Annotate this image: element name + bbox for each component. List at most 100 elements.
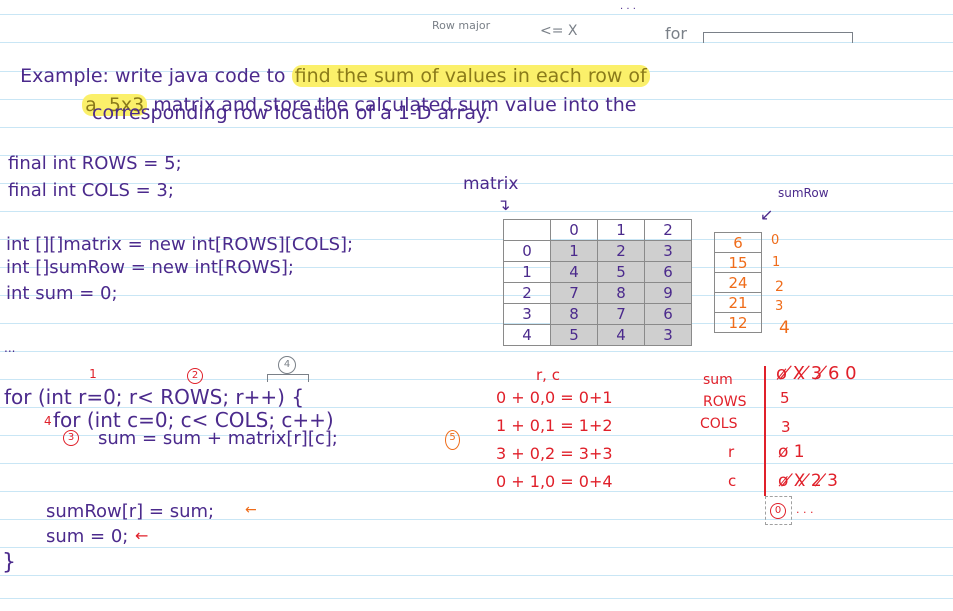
var-values-sum: ø ̸X ̸3 ̸6 0 [776,363,857,384]
next-sum-value: 0 [770,503,786,519]
decl-rows: final int ROWS = 5; [8,153,182,174]
outer-for-loop: for (int r=0; r< ROWS; r++) { [4,385,305,409]
var-name-sum: sum [703,372,733,388]
trace-divider [764,366,766,496]
matrix-cell: 7 [550,282,598,304]
rule-line [0,14,953,15]
sumrow-index: 3 [775,299,784,314]
sumrow-index: 1 [772,255,781,270]
matrix-row-header: 1 [503,261,551,283]
inner-for-prefix: 4 [44,414,52,428]
matrix-col-header: 2 [644,219,692,241]
matrix-label: matrix [463,174,519,194]
matrix-cell: 6 [644,261,692,283]
matrix-cell: 5 [550,324,598,346]
sumrow-table: 6 15 24 21 12 [714,232,762,333]
rule-line [0,127,953,128]
rule-line [0,323,953,324]
decl-sum: int sum = 0; [6,283,118,304]
matrix-row-header: 3 [503,303,551,325]
sumrow-label: sumRow [778,186,829,200]
sumrow-cell: 15 [714,252,762,273]
matrix-row: 3 8 7 6 [503,303,692,325]
matrix-cell: 5 [597,261,645,283]
inner-body-sum: sum = sum + matrix[r][c]; [98,428,338,449]
var-values-rows: 5 [780,389,790,407]
var-values-r: ø 1 [778,442,805,462]
matrix-col-header: 0 [550,219,598,241]
matrix-col-header: 1 [597,219,645,241]
matrix-pointer-arrow-icon: ↴ [497,195,511,214]
decl-matrix: int [][]matrix = new int[ROWS][COLS]; [6,234,354,255]
trace-line: 0 + 1,0 = 0+4 [496,472,613,491]
rule-line [0,598,953,599]
var-name-rows: ROWS [703,394,747,410]
sumrow-row: 24 [714,272,762,293]
matrix-cell: 1 [550,240,598,262]
sumrow-cell: 24 [714,272,762,293]
var-name-r: r [728,443,735,461]
rule-line [0,547,953,548]
matrix-cell: 8 [597,282,645,304]
step-3-marker: 3 [63,430,79,446]
matrix-cell: 4 [550,261,598,283]
arrow-icon-orange: ← [245,502,257,518]
close-brace: } [2,550,16,575]
matrix-row-header: 0 [503,240,551,262]
matrix-cell: 4 [597,324,645,346]
for-bracket [703,32,853,43]
decl-sumrow: int []sumRow = new int[ROWS]; [6,257,294,278]
var-name-cols: COLS [700,416,738,432]
trace-line: 0 + 0,0 = 0+1 [496,388,613,407]
var-name-c: c [728,472,737,490]
matrix-row: 1 4 5 6 [503,261,692,283]
trace-line: 1 + 0,1 = 1+2 [496,416,613,435]
matrix-cell: 9 [644,282,692,304]
step-4-marker: 4 [278,356,296,374]
var-values-cols: 3 [781,418,791,436]
step-5-marker: 5 [445,430,460,450]
matrix-row-header: 4 [503,324,551,346]
assign-sumrow: sumRow[r] = sum; [46,501,215,522]
sumrow-row: 6 [714,232,762,253]
matrix-table: 0 1 2 0 1 2 3 1 4 5 6 2 7 8 9 3 8 7 6 4 … [503,219,692,346]
sumrow-cell: 12 [714,312,762,333]
matrix-row: 4 5 4 3 [503,324,692,346]
matrix-row: 2 7 8 9 [503,282,692,304]
inner-for-loop: for (int c=0; c< COLS; c++) [53,408,334,432]
rule-line [0,491,953,492]
code-ellipsis: ... [4,341,16,355]
rule-line [0,211,953,212]
row-major-note: Row major [432,19,491,32]
matrix-corner [503,219,551,241]
step-2-marker: 2 [187,368,203,384]
trace-header: r, c [536,366,560,384]
rule-line [0,463,953,464]
top-dots: . . . [620,1,636,12]
matrix-row: 0 1 2 3 [503,240,692,262]
matrix-cell: 2 [597,240,645,262]
matrix-cell: 7 [597,303,645,325]
var-values-c: ø ̸X ̸2 ̸3 [778,471,838,491]
sumrow-row: 12 [714,312,762,333]
matrix-cell: 8 [550,303,598,325]
matrix-header-row: 0 1 2 [503,219,692,241]
next-ellipsis: . . . [796,503,814,516]
problem-line-3: corresponding row location of a 1-D arra… [92,102,491,124]
trace-line: 3 + 0,2 = 3+3 [496,444,613,463]
sumrow-index: 4 [779,318,790,338]
rule-line [0,351,953,352]
sumrow-cell: 6 [714,232,762,253]
matrix-row-header: 2 [503,282,551,304]
sumrow-index: 2 [775,279,784,295]
arrow-x-note: <= X [540,23,578,39]
arrow-icon-red: ← [135,526,149,545]
increment-bracket [267,374,309,382]
decl-cols: final int COLS = 3; [8,180,174,201]
matrix-cell: 3 [644,324,692,346]
rule-line [0,575,953,576]
sumrow-row: 15 [714,252,762,273]
rule-line [0,295,953,296]
reset-sum: sum = 0; [46,526,129,547]
matrix-cell: 3 [644,240,692,262]
